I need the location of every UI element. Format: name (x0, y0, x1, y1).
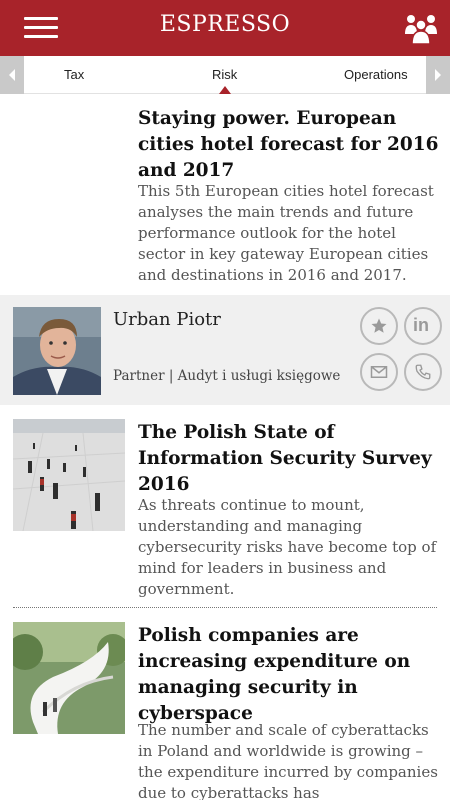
article-card[interactable]: Polish companies are increasing expendit… (0, 608, 450, 800)
call-button[interactable] (404, 353, 442, 391)
article-thumbnail (13, 419, 125, 531)
article-thumbnail (13, 622, 125, 734)
article-description: The number and scale of cyberattacks in … (138, 721, 438, 800)
article-card[interactable]: Staying power. European cities hotel for… (0, 0, 450, 290)
contact-card: Urban Piotr Partner | Audyt i usługi ksi… (0, 295, 450, 405)
linkedin-button[interactable]: in (404, 307, 442, 345)
envelope-icon (370, 366, 388, 378)
contact-avatar (13, 307, 101, 395)
article-card[interactable]: The Polish State of Information Security… (0, 405, 450, 605)
contact-role: Partner | Audyt i usługi księgowe (113, 368, 341, 384)
article-title: Staying power. European cities hotel for… (138, 108, 439, 181)
email-button[interactable] (360, 353, 398, 391)
article-title: Polish companies are increasing expendit… (138, 625, 411, 724)
article-description: This 5th European cities hotel forecast … (138, 182, 434, 284)
article-title: The Polish State of Information Security… (138, 422, 432, 495)
phone-icon (415, 364, 431, 380)
star-icon (371, 318, 387, 333)
contact-name: Urban Piotr (113, 309, 221, 330)
article-description: As threats continue to mount, understand… (138, 496, 437, 598)
linkedin-icon: in (413, 315, 429, 335)
favorite-button[interactable] (360, 307, 398, 345)
